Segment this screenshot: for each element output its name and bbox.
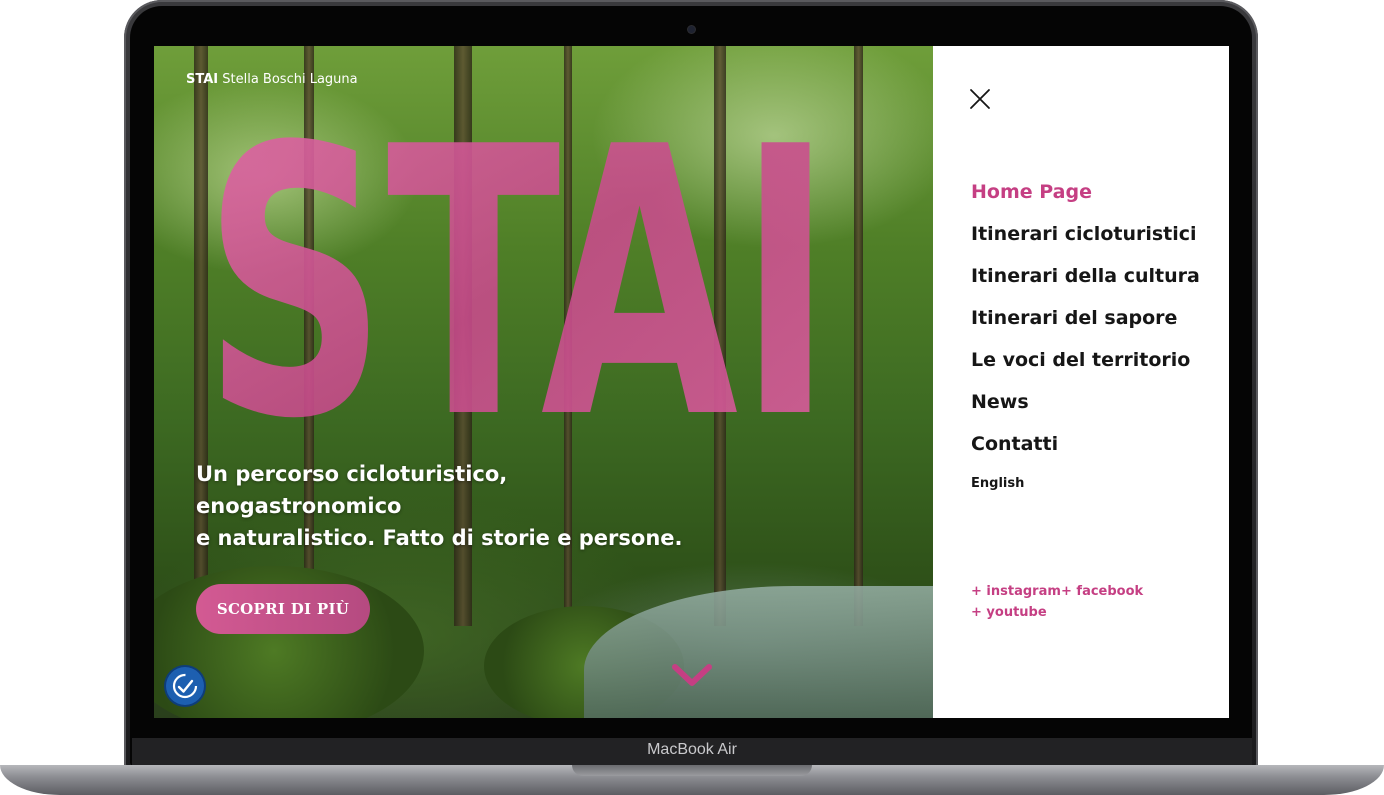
hero-section: STAI Stella Boschi Laguna STAI Un percor… — [154, 46, 933, 718]
accessibility-button[interactable] — [166, 667, 204, 705]
chevron-down-icon — [672, 664, 712, 686]
nav-item-territory-voices[interactable]: Le voci del territorio — [971, 346, 1200, 388]
scroll-down-button[interactable] — [672, 661, 712, 689]
nav-item-cycling-itineraries[interactable]: Itinerari cicloturistici — [971, 220, 1200, 262]
logo-bold-text: STAI — [186, 72, 219, 87]
nav-item-news[interactable]: News — [971, 388, 1200, 430]
tagline-line-1: Un percorso cicloturistico, enogastronom… — [196, 462, 508, 518]
nav-item-home[interactable]: Home Page — [971, 178, 1200, 220]
logo-rest-text: Stella Boschi Laguna — [222, 72, 358, 87]
device-model-label: MacBook Air — [647, 741, 737, 758]
river-water — [584, 586, 933, 718]
hero-tagline: Un percorso cicloturistico, enogastronom… — [196, 458, 716, 554]
tagline-line-2: e naturalistico. Fatto di storie e perso… — [196, 526, 683, 550]
social-link-youtube[interactable]: + youtube — [971, 605, 1047, 620]
camera-icon — [688, 26, 695, 33]
laptop-opening-notch — [572, 765, 812, 776]
main-nav: Home Page Itinerari cicloturistici Itine… — [971, 178, 1200, 472]
tree-trunk — [854, 46, 863, 626]
accessibility-check-icon — [172, 673, 198, 699]
stai-wordmark: STAI — [198, 124, 838, 424]
social-link-facebook[interactable]: + facebook — [1061, 584, 1143, 599]
side-menu-panel: Home Page Itinerari cicloturistici Itine… — [933, 46, 1229, 718]
site-logo[interactable]: STAI Stella Boschi Laguna — [186, 72, 358, 87]
close-icon — [970, 89, 990, 109]
discover-more-button[interactable]: SCOPRI DI PIÙ — [196, 584, 370, 634]
nav-item-flavor-itineraries[interactable]: Itinerari del sapore — [971, 304, 1200, 346]
language-switch-english[interactable]: English — [971, 476, 1024, 491]
stai-wordmark-text: STAI — [203, 124, 833, 424]
close-menu-button[interactable] — [969, 88, 991, 110]
social-link-instagram[interactable]: + instagram — [971, 584, 1061, 599]
nav-item-contacts[interactable]: Contatti — [971, 430, 1200, 472]
nav-item-culture-itineraries[interactable]: Itinerari della cultura — [971, 262, 1200, 304]
website-screen: STAI Stella Boschi Laguna STAI Un percor… — [154, 46, 1229, 718]
